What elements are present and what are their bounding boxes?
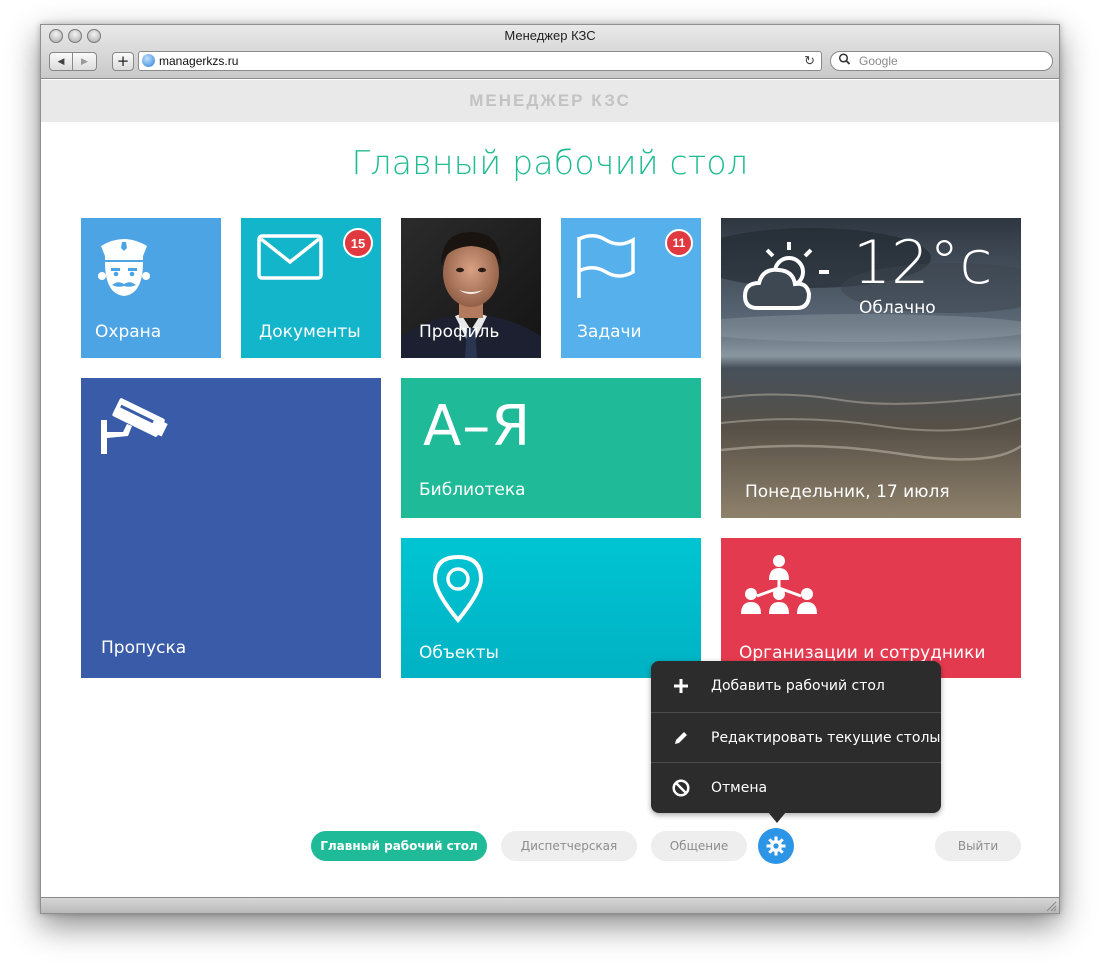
menu-item-label: Добавить рабочий стол: [711, 678, 885, 694]
tile-organizations[interactable]: Организации и сотрудники: [721, 538, 1021, 678]
documents-count-badge: 15: [343, 228, 373, 258]
resize-grip-icon[interactable]: [1045, 900, 1057, 912]
globe-icon: [142, 54, 155, 67]
history-buttons: ◀ ▶: [49, 52, 97, 71]
tile-tasks[interactable]: 11 Задачи: [561, 218, 701, 358]
app-header: МЕНЕДЖЕР КЗС: [41, 80, 1059, 122]
tile-organizations-label: Организации и сотрудники: [739, 643, 986, 663]
menu-item-label: Редактировать текущие столы: [711, 729, 941, 746]
search-icon: [838, 52, 852, 72]
flag-icon: [577, 234, 635, 298]
tile-passes-label: Пропуска: [101, 638, 187, 658]
org-structure-icon: [741, 555, 817, 614]
tile-library[interactable]: А–Я Библиотека: [401, 378, 701, 518]
browser-window: Менеджер КЗС ◀ ▶ + managerkzs.ru ↻ Googl…: [40, 24, 1060, 914]
tile-weather[interactable]: 12°c Облачно Понедельник, 17 июля: [721, 218, 1021, 518]
menu-item-add-desktop[interactable]: Добавить рабочий стол: [651, 661, 941, 711]
tile-documents[interactable]: 15 Документы: [241, 218, 381, 358]
security-camera-icon: [101, 398, 168, 454]
nav-main-desktop-button[interactable]: Главный рабочий стол: [311, 831, 487, 861]
tile-tasks-label: Задачи: [577, 322, 642, 342]
tile-objects-label: Объекты: [419, 643, 499, 663]
tile-documents-label: Документы: [259, 322, 361, 342]
tile-objects[interactable]: Объекты: [401, 538, 701, 678]
tasks-count-badge: 11: [665, 229, 693, 257]
tile-guard[interactable]: Охрана: [81, 218, 221, 358]
alphabet-glyph: А–Я: [423, 394, 532, 459]
browser-toolbar: Менеджер КЗС ◀ ▶ + managerkzs.ru ↻ Googl…: [41, 25, 1059, 79]
cancel-icon: [651, 778, 711, 797]
tile-profile-label: Профиль: [419, 322, 500, 342]
nav-dispatch-button[interactable]: Диспетчерская: [501, 831, 637, 861]
forward-button[interactable]: ▶: [73, 52, 97, 71]
pencil-icon: [651, 730, 711, 746]
menu-item-cancel[interactable]: Отмена: [651, 762, 941, 812]
window-title: Менеджер КЗС: [504, 28, 596, 43]
envelope-icon: [257, 234, 323, 280]
tile-profile[interactable]: Профиль: [401, 218, 541, 358]
map-pin-icon: [432, 554, 484, 624]
tile-passes[interactable]: Пропуска: [81, 378, 381, 678]
weather-condition: Облачно: [859, 298, 936, 318]
logout-button[interactable]: Выйти: [935, 831, 1021, 861]
partly-cloudy-icon: [743, 242, 829, 310]
nav-chat-button[interactable]: Общение: [651, 831, 747, 861]
stage: Менеджер КЗС ◀ ▶ + managerkzs.ru ↻ Googl…: [0, 0, 1100, 969]
address-bar[interactable]: managerkzs.ru ↻: [138, 51, 822, 71]
add-bookmark-button[interactable]: +: [112, 52, 134, 71]
settings-popup-menu: Добавить рабочий стол Редактировать теку…: [651, 661, 941, 823]
menu-item-label: Отмена: [711, 779, 768, 796]
weather-date: Понедельник, 17 июля: [745, 482, 950, 502]
reload-icon[interactable]: ↻: [804, 52, 815, 70]
tile-guard-label: Охрана: [95, 322, 162, 342]
search-placeholder: Google: [859, 54, 898, 68]
page-title: Главный рабочий стол: [351, 143, 749, 182]
search-field[interactable]: Google: [830, 51, 1053, 71]
gear-icon: [766, 836, 786, 856]
browser-status-bar: [41, 897, 1059, 913]
menu-item-edit-desktops[interactable]: Редактировать текущие столы: [651, 712, 941, 762]
weather-temperature: 12°c: [853, 228, 993, 298]
plus-icon: [651, 679, 711, 693]
address-text: managerkzs.ru: [159, 54, 239, 68]
police-officer-icon: [98, 239, 150, 296]
settings-button[interactable]: [758, 828, 794, 864]
tile-library-label: Библиотека: [419, 480, 526, 500]
back-button[interactable]: ◀: [49, 52, 73, 71]
